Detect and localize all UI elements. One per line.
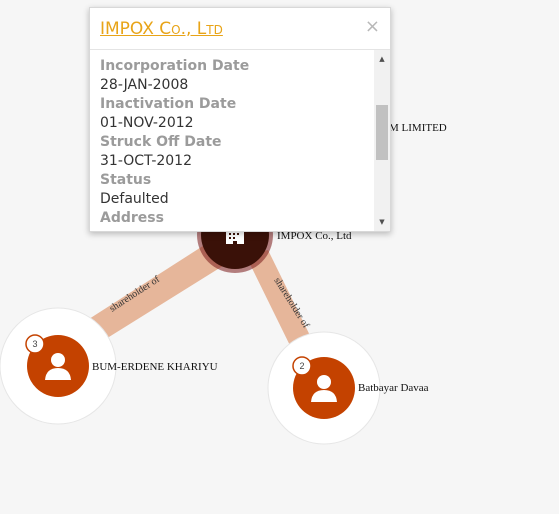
- popup-header: IMPOX Co., Ltd ×: [90, 8, 390, 50]
- popup-scrollbar[interactable]: ▲ ▼: [374, 50, 390, 231]
- count-badge-text: 3: [32, 339, 37, 349]
- field-label-incorporation-date: Incorporation Date: [100, 58, 250, 74]
- clipped-previous-value: ▔▔▔▔▔▔▔▔: [100, 50, 374, 57]
- partial-company-label: M LIMITED: [389, 122, 447, 134]
- field-label-struck-off-date: Struck Off Date: [100, 134, 222, 150]
- scrollbar-thumb[interactable]: [376, 105, 388, 160]
- close-icon[interactable]: ×: [365, 18, 380, 36]
- scroll-up-arrow-icon[interactable]: ▲: [374, 52, 390, 66]
- person-node-right[interactable]: 2 Batbayar Davaa: [267, 331, 429, 445]
- building-icon: [226, 230, 244, 244]
- field-value-struck-off-date: 31-OCT-2012: [100, 153, 192, 169]
- field-label-address: Address: [100, 210, 164, 226]
- scroll-down-arrow-icon[interactable]: ▼: [374, 215, 390, 229]
- field-label-status: Status: [100, 172, 152, 188]
- details-list: ▔▔▔▔▔▔▔▔ Incorporation Date 28-JAN-2008 …: [100, 50, 374, 231]
- field-value-address: [100, 228, 374, 231]
- field-value-incorporation-date: 28-JAN-2008: [100, 77, 189, 93]
- person-node-left-label: BUM-ERDENE KHARIYU: [92, 361, 218, 373]
- popup-details[interactable]: ▔▔▔▔▔▔▔▔ Incorporation Date 28-JAN-2008 …: [90, 50, 374, 231]
- popup-title-link[interactable]: IMPOX Co., Ltd: [100, 19, 223, 39]
- field-label-inactivation-date: Inactivation Date: [100, 96, 237, 112]
- field-value-inactivation-date: 01-NOV-2012: [100, 115, 194, 131]
- field-value-status: Defaulted: [100, 191, 169, 207]
- count-badge-text: 2: [299, 361, 304, 371]
- entity-info-popup[interactable]: IMPOX Co., Ltd × ▔▔▔▔▔▔▔▔ Incorporation …: [89, 7, 391, 232]
- person-node-right-label: Batbayar Davaa: [358, 382, 429, 394]
